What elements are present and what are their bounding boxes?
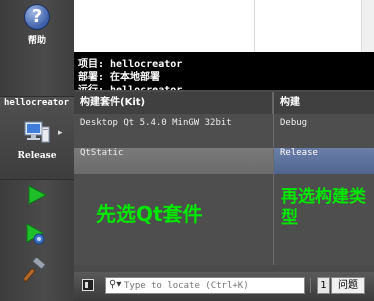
- issues-pane-number[interactable]: 1: [317, 277, 330, 294]
- locator-input[interactable]: [124, 278, 302, 293]
- target-info-panel: 项目: hellocreator 部署: 在本地部署 运行: hellocrea…: [74, 52, 374, 90]
- build-item-release[interactable]: Release: [274, 148, 374, 174]
- hammer-icon[interactable]: [24, 258, 48, 282]
- computer-icon: [24, 121, 50, 143]
- kit-item-desktop-qt[interactable]: Desktop Qt 5.4.0 MinGW 32bit: [74, 118, 273, 144]
- help-mode-button[interactable]: ? 帮助: [0, 4, 74, 48]
- help-icon: ?: [24, 4, 50, 30]
- debug-run-icon[interactable]: [24, 222, 48, 246]
- run-icon[interactable]: [26, 184, 48, 206]
- target-arrow-icon: ▸: [58, 128, 63, 138]
- mode-bar: ? 帮助 hellocreator ▸ Release: [0, 0, 74, 301]
- status-separator: [310, 278, 311, 293]
- kit-selector-table: 构建套件(Kit) 构建 Desktop Qt 5.4.0 MinGW 32bi…: [74, 92, 374, 265]
- editor-area[interactable]: [74, 0, 374, 52]
- editor-scrollbar[interactable]: [361, 0, 374, 52]
- editor-pane: [74, 0, 255, 52]
- annotation-select-kit: 先选Qt套件: [96, 202, 203, 226]
- annotation-select-build: 再选构建类型: [281, 187, 366, 228]
- target-project-name: hellocreator: [4, 98, 70, 108]
- locator-box[interactable]: ⚲▾: [105, 277, 305, 294]
- search-icon: ⚲▾: [109, 279, 122, 290]
- help-label: 帮助: [27, 36, 46, 46]
- panel-toggle-icon[interactable]: [82, 279, 94, 291]
- info-run: 运行: hellocreator: [78, 81, 182, 90]
- status-bar: ⚲▾ 1 问题: [74, 272, 374, 301]
- target-build-config: Release: [17, 151, 57, 161]
- issues-pane-button[interactable]: 问题: [331, 277, 365, 294]
- build-item-debug[interactable]: Debug: [274, 118, 374, 144]
- kit-item-qtstatic[interactable]: QtStatic: [74, 148, 273, 174]
- build-column-header: 构建: [274, 92, 374, 114]
- kit-column-header: 构建套件(Kit): [74, 92, 273, 114]
